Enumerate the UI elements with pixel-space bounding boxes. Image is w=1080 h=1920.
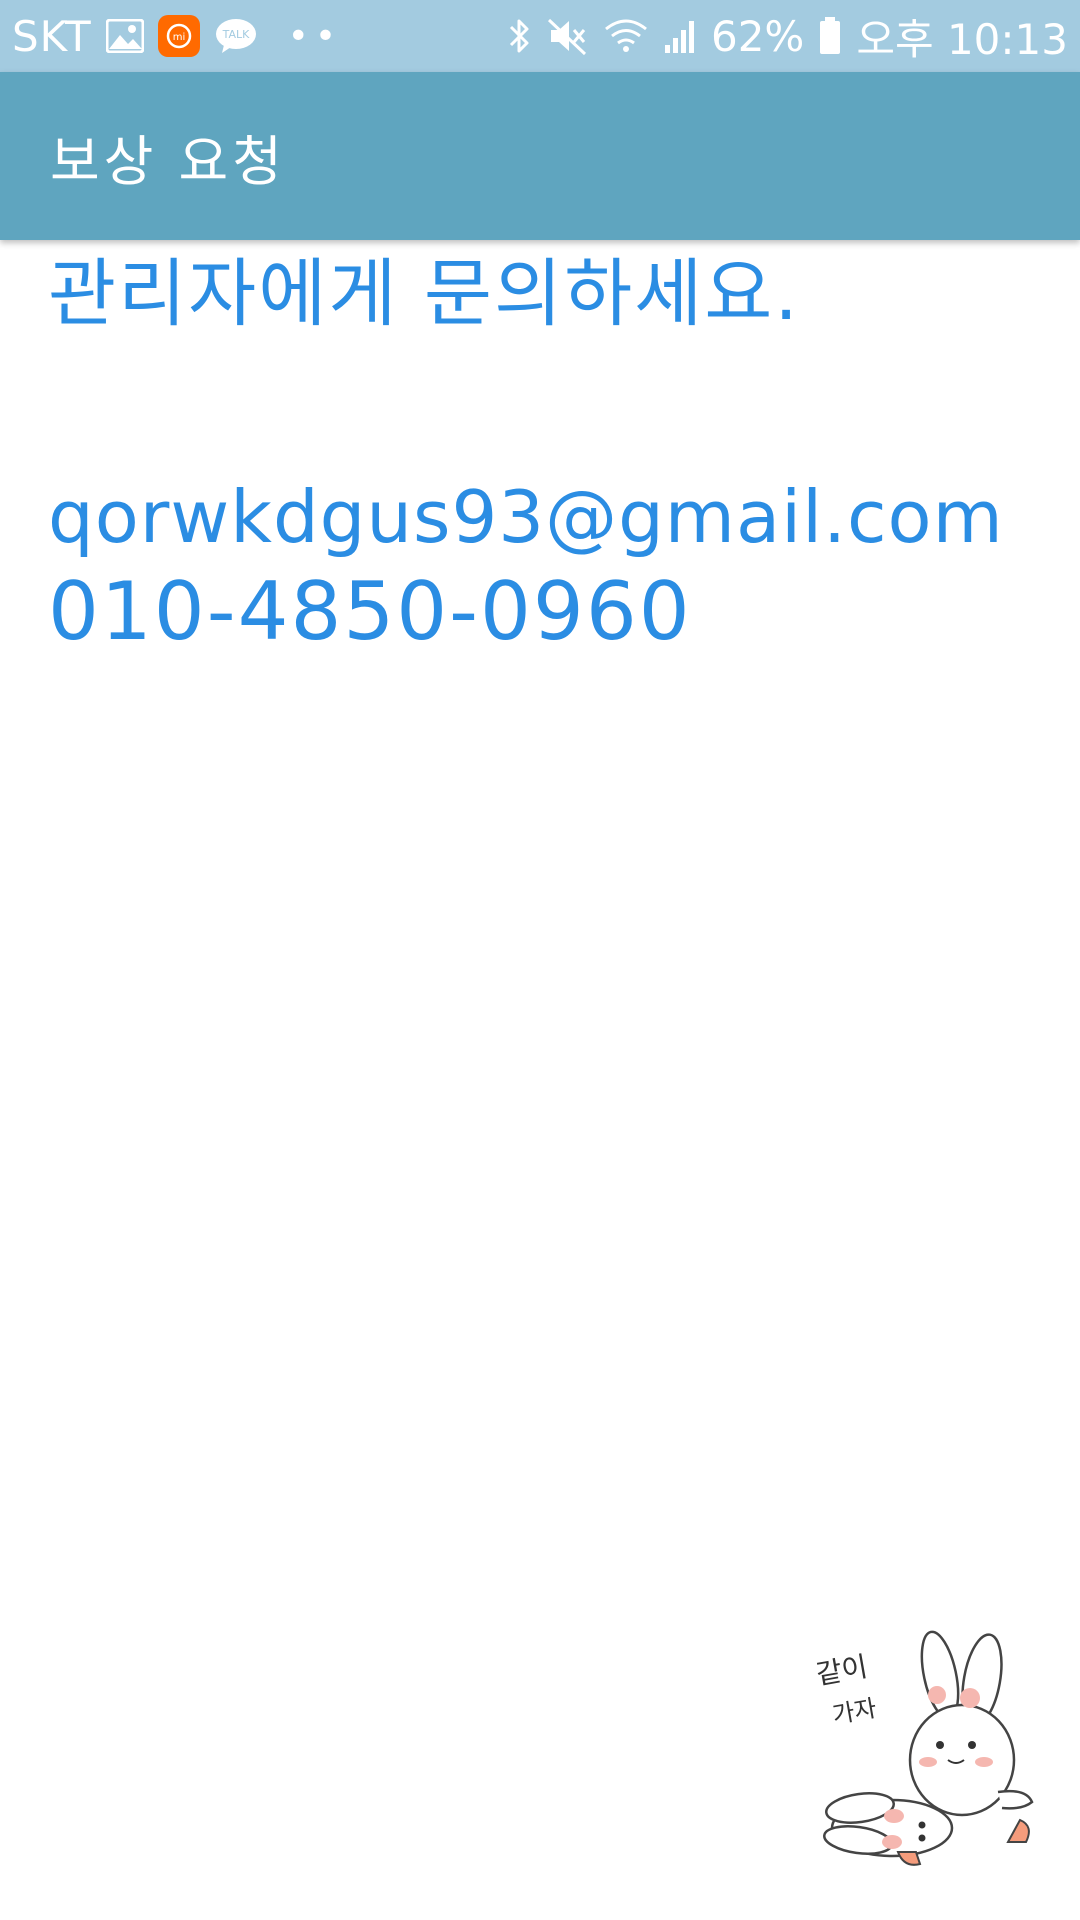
battery-percent: 62% [710, 11, 805, 61]
status-bar: SKT mi TALK •• 62% 오후 10:13 [0, 0, 1080, 72]
status-bar-left: SKT mi TALK •• [12, 12, 342, 61]
page-title: 보상 요청 [50, 129, 286, 193]
mi-app-icon: mi [157, 15, 200, 57]
kakaotalk-icon: TALK [214, 17, 258, 55]
mi-app-label: mi [172, 32, 185, 43]
bluetooth-icon [507, 16, 533, 56]
carrier-label: SKT [12, 11, 92, 61]
mute-icon [547, 16, 589, 56]
status-bar-right: 62% 오후 10:13 [507, 6, 1068, 67]
sticker-text-line1: 같이 [814, 1650, 870, 1691]
kakaotalk-label: TALK [221, 28, 250, 41]
contact-content: 관리자에게 문의하세요. qorwkdgus93@gmail.com 010-4… [48, 246, 1048, 660]
gallery-icon [105, 19, 144, 53]
bunny-sticker-image: 같이 가자 [812, 1620, 1042, 1870]
contact-admin-message: 관리자에게 문의하세요. [48, 251, 800, 337]
wifi-icon [603, 17, 649, 55]
sticker-text-line2: 가자 [830, 1694, 878, 1729]
app-bar: 보상 요청 [0, 72, 1080, 240]
battery-icon [818, 16, 842, 56]
contact-email: qorwkdgus93@gmail.com [48, 475, 1004, 559]
contact-phone: 010-4850-0960 [48, 565, 692, 658]
clock: 오후 10:13 [856, 14, 1068, 64]
signal-icon [663, 17, 697, 55]
more-notifications-dots: •• [287, 15, 343, 57]
